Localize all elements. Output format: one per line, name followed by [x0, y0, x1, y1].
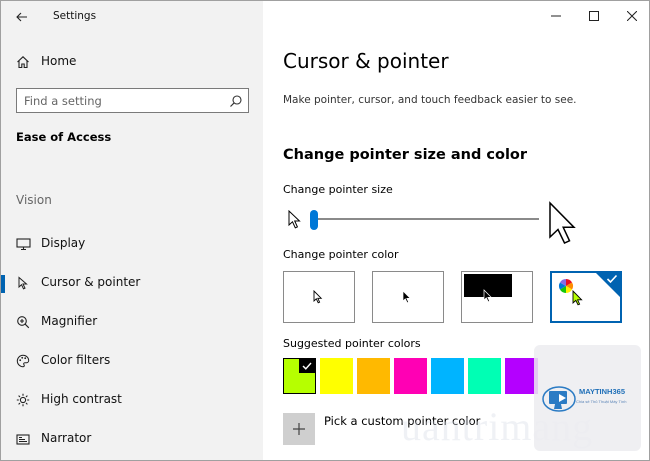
- sidebar-item-cursor-pointer[interactable]: Cursor & pointer: [1, 264, 263, 303]
- sidebar-item-home[interactable]: Home: [1, 48, 263, 76]
- swatch-check: [299, 359, 315, 373]
- white-cursor-icon: [313, 290, 323, 304]
- swatch-blue[interactable]: [431, 358, 464, 394]
- cursor-pointer-icon: [15, 275, 31, 291]
- swatch-orange[interactable]: [357, 358, 390, 394]
- pointer-color-white-option[interactable]: [283, 271, 355, 323]
- app-title: Settings: [53, 10, 97, 22]
- watermark-tagline: Chia sẻ Thủ Thuật Máy Tính: [576, 399, 627, 404]
- swatch-magenta[interactable]: [394, 358, 427, 394]
- small-cursor-icon: [288, 210, 301, 229]
- watermark-logo-card: MAYTINH365 Chia sẻ Thủ Thuật Máy Tính: [534, 345, 641, 451]
- suggested-color-swatches: [283, 358, 542, 394]
- sidebar-item-display[interactable]: Display: [1, 225, 263, 264]
- checkmark-icon: [302, 362, 312, 370]
- swatch-lime[interactable]: [283, 358, 316, 394]
- maximize-icon: [589, 11, 599, 21]
- monitor-icon: [15, 236, 31, 252]
- sidebar-item-label: Magnifier: [41, 314, 98, 328]
- page-title: Cursor & pointer: [283, 49, 449, 73]
- pointer-size-slider-track[interactable]: [311, 218, 539, 220]
- page-description: Make pointer, cursor, and touch feedback…: [283, 94, 577, 106]
- sidebar-nav: Display Cursor & pointer Magnifier Color…: [1, 225, 263, 459]
- close-button[interactable]: [613, 1, 649, 31]
- sidebar-item-color-filters[interactable]: Color filters: [1, 342, 263, 381]
- pointer-color-black-option[interactable]: [372, 271, 444, 323]
- pointer-size-slider-thumb[interactable]: [310, 210, 318, 230]
- minimize-icon: [551, 15, 561, 17]
- add-custom-color-button[interactable]: [283, 413, 315, 445]
- minimize-button[interactable]: [537, 1, 575, 31]
- group-label-vision: Vision: [16, 193, 52, 207]
- magnifier-icon: [15, 314, 31, 330]
- sidebar-item-magnifier[interactable]: Magnifier: [1, 303, 263, 342]
- checkmark-icon: [606, 274, 618, 284]
- settings-window: Settings Home Ease of Access Vision: [0, 0, 650, 461]
- sidebar-item-high-contrast[interactable]: High contrast: [1, 381, 263, 420]
- custom-cursor-icon: [572, 290, 583, 306]
- swatch-yellow[interactable]: [320, 358, 353, 394]
- section-title: Ease of Access: [16, 130, 112, 144]
- section-heading: Change pointer size and color: [283, 147, 528, 163]
- back-arrow-icon: [16, 12, 27, 22]
- high-contrast-icon: [15, 392, 31, 408]
- color-filters-icon: [15, 353, 31, 369]
- search-input[interactable]: [24, 93, 224, 109]
- black-cursor-icon: [402, 290, 412, 304]
- search-icon[interactable]: [229, 94, 243, 108]
- watermark-brand: MAYTINH365: [579, 387, 625, 396]
- suggested-colors-label: Suggested pointer colors: [283, 337, 421, 350]
- sidebar-item-label: Display: [41, 236, 86, 250]
- swatch-teal[interactable]: [468, 358, 501, 394]
- inverted-cursor-icon: [483, 289, 493, 303]
- sidebar-item-label: High contrast: [41, 392, 122, 406]
- sidebar: Settings Home Ease of Access Vision: [1, 1, 263, 460]
- pointer-color-inverted-option[interactable]: [461, 271, 533, 323]
- sidebar-item-label: Narrator: [41, 431, 92, 445]
- search-box[interactable]: [16, 88, 249, 113]
- maytinh365-logo-icon: [542, 386, 576, 412]
- sidebar-item-narrator[interactable]: Narrator: [1, 420, 263, 459]
- close-icon: [627, 11, 637, 21]
- home-icon: [15, 54, 31, 70]
- window-controls: [537, 1, 649, 31]
- pointer-size-label: Change pointer size: [283, 183, 393, 196]
- sidebar-item-label: Cursor & pointer: [41, 275, 141, 289]
- pointer-color-label: Change pointer color: [283, 248, 399, 261]
- sidebar-item-label: Color filters: [41, 353, 111, 367]
- plus-icon: [293, 423, 305, 435]
- large-cursor-icon: [549, 201, 576, 244]
- maximize-button[interactable]: [575, 1, 613, 31]
- back-button[interactable]: [11, 7, 33, 27]
- pointer-color-custom-option[interactable]: [550, 271, 622, 323]
- narrator-icon: [15, 431, 31, 447]
- title-bar: Settings: [1, 1, 263, 33]
- sidebar-item-label: Home: [41, 54, 77, 68]
